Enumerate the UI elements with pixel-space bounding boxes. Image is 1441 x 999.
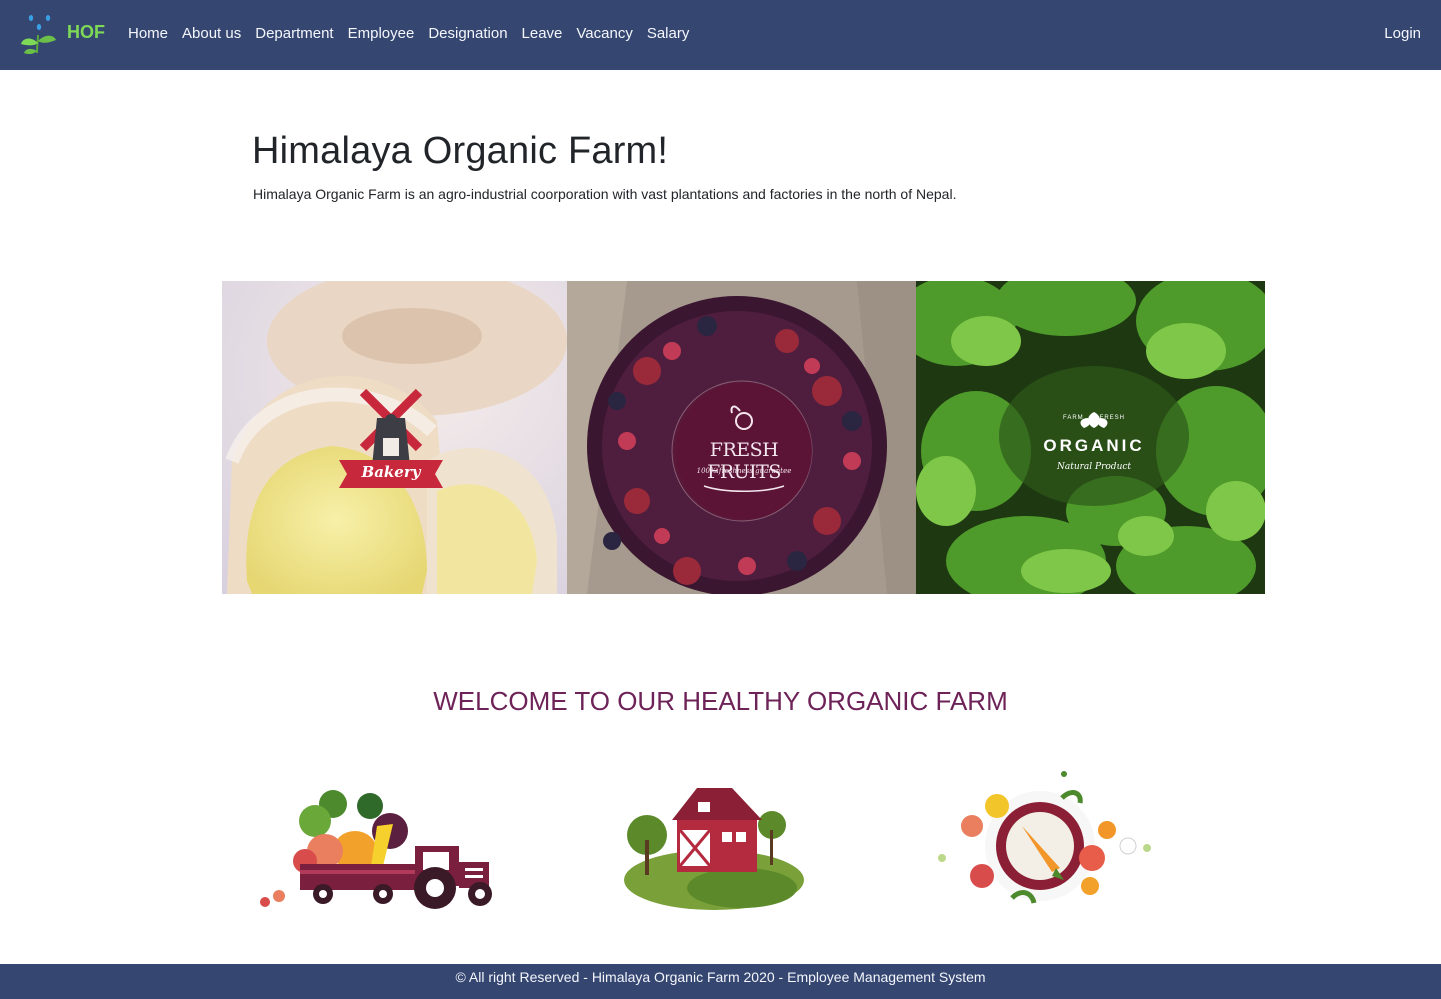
- tractor-illustration: [255, 776, 495, 911]
- top-navbar: HOF Home About us Department Employee De…: [0, 0, 1441, 70]
- nav-about-us[interactable]: About us: [182, 25, 241, 42]
- nav-employee[interactable]: Employee: [348, 25, 415, 42]
- organic-badge-title: ORGANIC: [1043, 436, 1145, 455]
- bakery-badge-label: Bakery: [361, 463, 421, 481]
- nav-salary[interactable]: Salary: [647, 25, 690, 42]
- nav-vacancy[interactable]: Vacancy: [576, 25, 632, 42]
- organic-badge: FARM FRESH ORGANIC Natural Product: [1030, 410, 1158, 495]
- page-title: Himalaya Organic Farm!: [252, 130, 669, 172]
- nav-menu: Home About us Department Employee Design…: [121, 25, 696, 42]
- nav-leave[interactable]: Leave: [522, 25, 563, 42]
- bakery-badge: Bakery: [337, 388, 445, 506]
- brand-name: HOF: [67, 22, 105, 42]
- nav-department[interactable]: Department: [255, 25, 333, 42]
- organic-badge-subtitle: Natural Product: [1056, 462, 1132, 472]
- organic-badge-top: FARM FRESH: [1062, 415, 1125, 421]
- fruit-badge: FRESH FRUITS 100% freshness guarantee: [674, 381, 814, 521]
- fruit-badge-title: FRESH FRUITS: [707, 439, 781, 483]
- vegetable-plate-illustration: [922, 768, 1157, 913]
- brand[interactable]: HOF: [18, 12, 105, 58]
- vegetable-plate-icon: [938, 771, 1151, 904]
- login-link[interactable]: Login: [1384, 25, 1421, 42]
- footer: © All right Reserved - Himalaya Organic …: [0, 964, 1441, 999]
- barn-illustration: [622, 780, 807, 910]
- fruit-badge-subtitle: 100% freshness guarantee: [696, 467, 792, 475]
- welcome-heading: WELCOME TO OUR HEALTHY ORGANIC FARM: [433, 686, 1008, 716]
- windmill-badge-icon: [339, 388, 443, 488]
- barn-icon: [624, 788, 804, 910]
- plant-logo-icon: [21, 15, 56, 55]
- footer-copyright: © All right Reserved - Himalaya Organic …: [455, 969, 986, 985]
- tractor-icon: [260, 790, 492, 909]
- nav-home[interactable]: Home: [128, 25, 168, 42]
- page-description: Himalaya Organic Farm is an agro-industr…: [253, 186, 957, 202]
- nav-designation[interactable]: Designation: [428, 25, 507, 42]
